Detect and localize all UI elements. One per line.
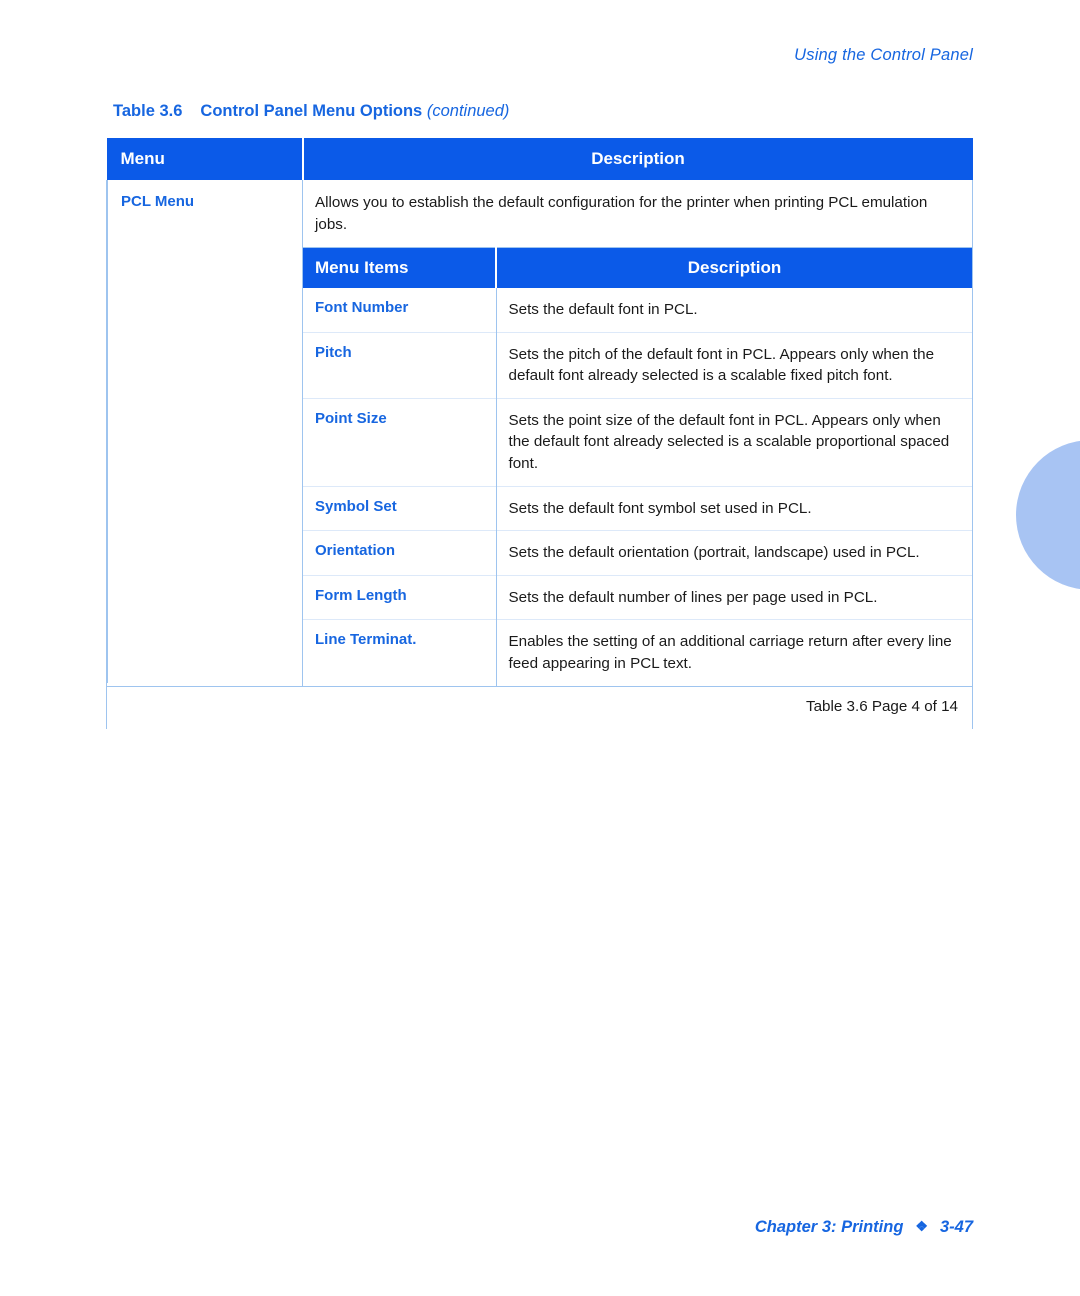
menu-item-description: Sets the default font symbol set used in… xyxy=(496,485,972,531)
table-row: Symbol Set Sets the default font symbol … xyxy=(303,485,972,531)
menu-name-cell: PCL Menu xyxy=(106,180,303,687)
menu-item-description: Sets the default orientation (portrait, … xyxy=(496,530,972,576)
subcolumn-header-description: Description xyxy=(496,247,972,289)
menu-item-label: Pitch xyxy=(303,331,497,399)
table-row: Font Number Sets the default font in PCL… xyxy=(303,288,972,333)
menu-item-description: Enables the setting of an additional car… xyxy=(496,619,972,686)
running-header: Using the Control Panel xyxy=(794,46,973,64)
table-row: Line Terminat. Enables the setting of an… xyxy=(303,619,972,686)
table-row-pcl-menu: PCL Menu Allows you to establish the def… xyxy=(106,180,973,687)
document-page: Using the Control Panel Table 3.6 Control… xyxy=(0,0,1080,1296)
menu-item-label: Orientation xyxy=(303,530,497,576)
menu-item-label: Symbol Set xyxy=(303,485,497,531)
footer-chapter: Chapter 3: Printing xyxy=(754,1218,904,1236)
menu-item-label: Line Terminat. xyxy=(303,619,497,686)
menu-item-description: Sets the point size of the default font … xyxy=(496,397,972,487)
submenu-holder-cell: Menu Items Description Font Number Sets … xyxy=(302,247,973,687)
menu-item-description: Sets the pitch of the default font in PC… xyxy=(496,331,972,399)
table-footer-row: Table 3.6 Page 4 of 14 xyxy=(106,685,973,730)
menu-item-description: Sets the default font in PCL. xyxy=(508,301,698,319)
control-panel-menu-options-table: Menu Description PCL Menu Allows you to … xyxy=(106,138,973,730)
table-caption-continued: (continued) xyxy=(426,102,510,120)
menu-items-subtable: Menu Items Description Font Number Sets … xyxy=(303,247,972,686)
menu-item-label: Form Length xyxy=(303,574,497,620)
column-header-menu: Menu xyxy=(106,138,304,180)
column-header-description: Description xyxy=(302,138,973,180)
decorative-circle xyxy=(1016,440,1080,590)
table-row: Orientation Sets the default orientation… xyxy=(303,530,972,576)
table-footer-caption: Table 3.6 Page 4 of 14 xyxy=(106,685,973,730)
subtable-header-row: Menu Items Description xyxy=(303,247,972,289)
menu-item-label: Font Number xyxy=(303,288,497,333)
table-caption: Table 3.6 Control Panel Menu Options (con… xyxy=(113,102,509,121)
table-row: Form Length Sets the default number of l… xyxy=(303,574,972,620)
table-header-row: Menu Description xyxy=(106,138,973,180)
table-row: Point Size Sets the point size of the de… xyxy=(303,397,972,487)
menu-item-description: Sets the default number of lines per pag… xyxy=(496,574,972,620)
table-caption-number: Table 3.6 xyxy=(113,102,183,120)
page-footer: Chapter 3: Printing ❖ 3-47 xyxy=(0,1218,973,1237)
table-caption-title: Control Panel Menu Options xyxy=(200,102,423,120)
menu-item-label: Point Size xyxy=(303,397,497,487)
footer-page-number: 3-47 xyxy=(939,1218,973,1236)
menu-description-cell: Allows you to establish the default conf… xyxy=(302,180,973,248)
diamond-icon: ❖ xyxy=(915,1218,928,1234)
table-row: Pitch Sets the pitch of the default font… xyxy=(303,331,972,399)
subcolumn-header-menu-items: Menu Items xyxy=(303,247,497,289)
